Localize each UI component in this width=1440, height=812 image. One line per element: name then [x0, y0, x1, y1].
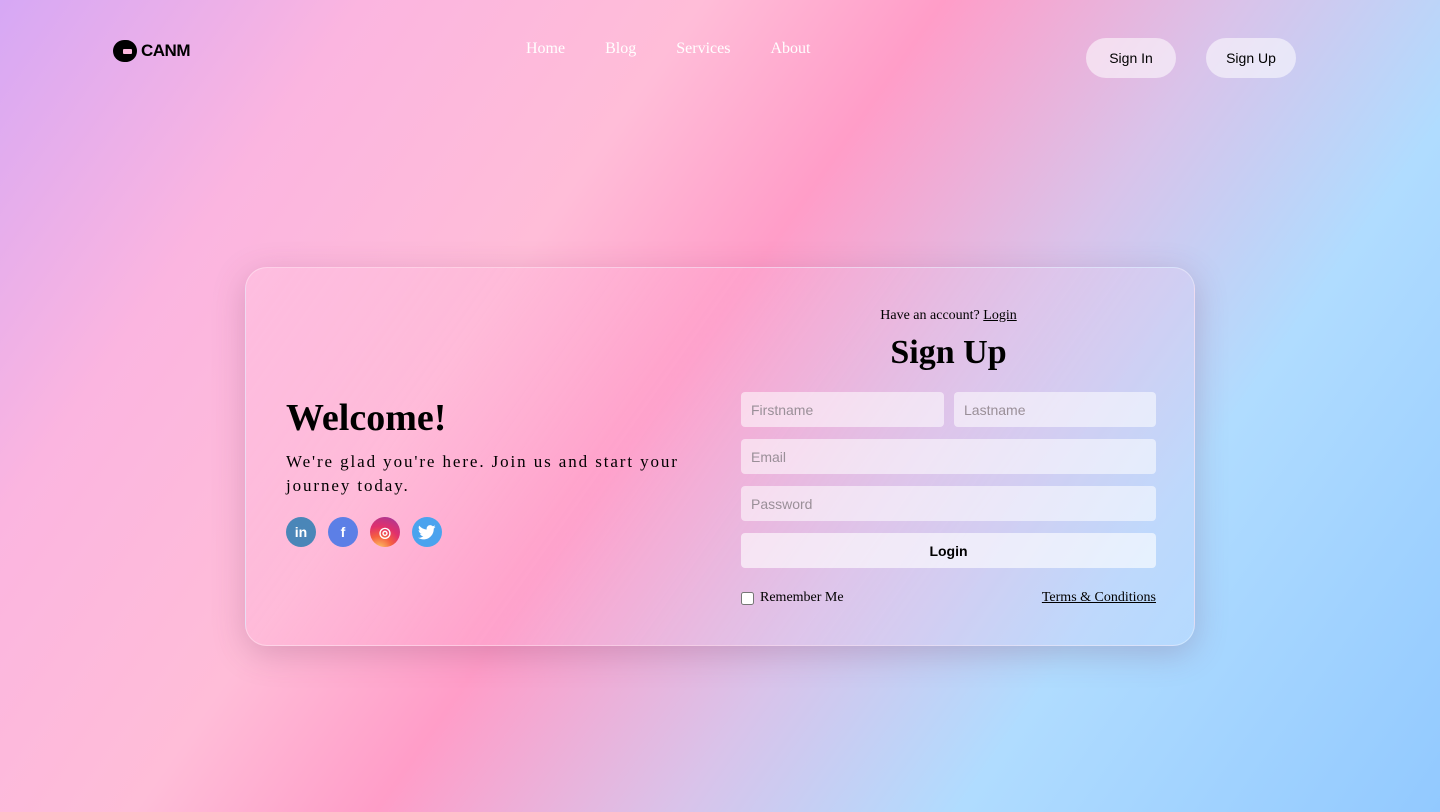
brand-logo[interactable]: CANM	[113, 40, 191, 62]
terms-link[interactable]: Terms & Conditions	[1042, 590, 1156, 606]
remember-me[interactable]: Remember Me	[741, 590, 844, 606]
password-field[interactable]	[741, 486, 1156, 521]
linkedin-icon[interactable]: in	[286, 517, 316, 547]
welcome-title: Welcome!	[286, 397, 447, 439]
main-nav: Home Blog Services About	[526, 40, 810, 58]
sign-in-button[interactable]: Sign In	[1086, 38, 1176, 78]
email-field[interactable]	[741, 439, 1156, 474]
logo-mark-icon	[113, 40, 137, 62]
twitter-icon[interactable]	[412, 517, 442, 547]
sign-up-button[interactable]: Sign Up	[1206, 38, 1296, 78]
login-link[interactable]: Login	[983, 308, 1016, 323]
nav-about-link[interactable]: About	[770, 40, 810, 58]
login-submit-button[interactable]: Login	[741, 533, 1156, 568]
remember-me-checkbox[interactable]	[741, 591, 754, 605]
logo-text: CANM	[141, 41, 191, 60]
nav-services-link[interactable]: Services	[676, 40, 730, 58]
instagram-icon[interactable]: ◎	[370, 517, 400, 547]
lastname-field[interactable]	[954, 392, 1156, 427]
social-links: in f ◎	[286, 517, 442, 547]
twitter-bird-icon	[418, 524, 436, 539]
have-account-text: Have an account?	[880, 308, 980, 323]
remember-me-label: Remember Me	[760, 590, 844, 605]
firstname-field[interactable]	[741, 392, 944, 427]
form-title: Sign Up	[890, 334, 1007, 371]
facebook-icon[interactable]: f	[328, 517, 358, 547]
nav-home-link[interactable]: Home	[526, 40, 565, 58]
have-account-row: Have an account? Login	[741, 308, 1156, 324]
signup-form: Have an account? Login Sign Up Login Rem…	[741, 268, 1156, 647]
nav-blog-link[interactable]: Blog	[605, 40, 636, 58]
signup-card: Welcome! We're glad you're here. Join us…	[245, 267, 1195, 646]
welcome-subtitle: We're glad you're here. Join us and star…	[286, 452, 679, 495]
